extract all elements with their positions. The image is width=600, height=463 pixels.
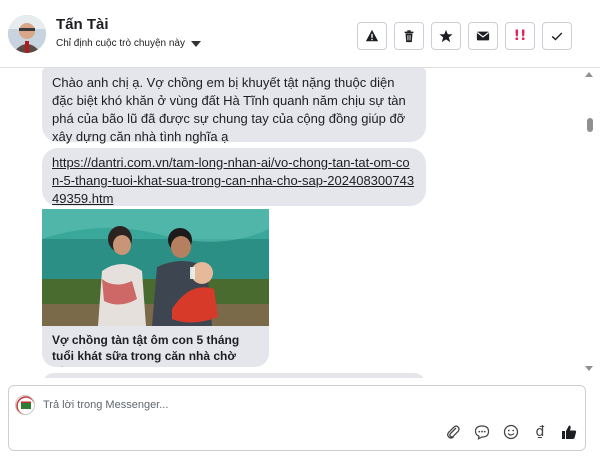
page-avatar — [15, 395, 35, 415]
important-icon: !! — [513, 28, 527, 44]
article-link[interactable]: https://dantri.com.vn/tam-long-nhan-ai/v… — [52, 155, 414, 206]
composer-tools: ₫ — [445, 424, 577, 440]
link-preview-card[interactable]: Vợ chồng tàn tật ôm con 5 tháng tuổi khá… — [42, 209, 269, 367]
payment-button[interactable]: ₫ — [532, 424, 548, 440]
caret-down-icon — [190, 40, 201, 47]
dong-icon: ₫ — [535, 424, 545, 440]
trash-icon — [404, 30, 414, 43]
article-title: Vợ chồng tàn tật ôm con 5 tháng tuổi khá… — [42, 326, 269, 367]
spam-warning-button[interactable] — [357, 22, 387, 50]
attach-button[interactable] — [445, 424, 461, 440]
assign-label: Chỉ định cuộc trò chuyện này — [56, 38, 185, 49]
conversation-header: Tấn Tài Chỉ định cuộc trò chuyện này !! — [0, 0, 600, 68]
star-button[interactable] — [431, 22, 461, 50]
message-thread: Chào anh chị ạ. Vợ chồng em bị khuyết tậ… — [0, 68, 600, 378]
like-button[interactable] — [561, 424, 577, 440]
reply-composer: ₫ — [8, 385, 586, 451]
message-bubble: Chào anh chị ạ. Vợ chồng em bị khuyết tậ… — [42, 68, 426, 144]
paperclip-icon — [447, 425, 460, 439]
chat-bubble-icon — [474, 425, 490, 440]
saved-replies-button[interactable] — [474, 424, 490, 440]
reply-input[interactable] — [43, 394, 463, 416]
emoji-button[interactable] — [503, 424, 519, 440]
mark-unread-button[interactable] — [468, 22, 498, 50]
message-text: Chào anh chị ạ. Vợ chồng em bị khuyết tậ… — [52, 75, 406, 144]
message-bubble-partial — [42, 373, 426, 378]
check-icon — [551, 32, 563, 41]
contact-name[interactable]: Tấn Tài — [56, 16, 109, 33]
thumbs-up-icon — [562, 425, 577, 439]
article-thumbnail — [42, 209, 269, 326]
warning-icon — [365, 29, 379, 42]
mark-important-button[interactable]: !! — [505, 22, 535, 50]
header-actions: !! — [357, 22, 572, 50]
envelope-icon — [476, 31, 490, 41]
smiley-icon — [503, 424, 519, 440]
delete-button[interactable] — [394, 22, 424, 50]
assign-conversation-dropdown[interactable]: Chỉ định cuộc trò chuyện này — [56, 38, 201, 49]
contact-avatar[interactable] — [8, 15, 46, 53]
scroll-up-arrow-icon[interactable] — [585, 72, 593, 77]
message-bubble-link: https://dantri.com.vn/tam-long-nhan-ai/v… — [42, 148, 426, 206]
scroll-down-arrow-icon[interactable] — [585, 366, 593, 371]
star-icon — [439, 29, 453, 43]
scrollbar-thumb[interactable] — [587, 118, 593, 132]
mark-done-button[interactable] — [542, 22, 572, 50]
